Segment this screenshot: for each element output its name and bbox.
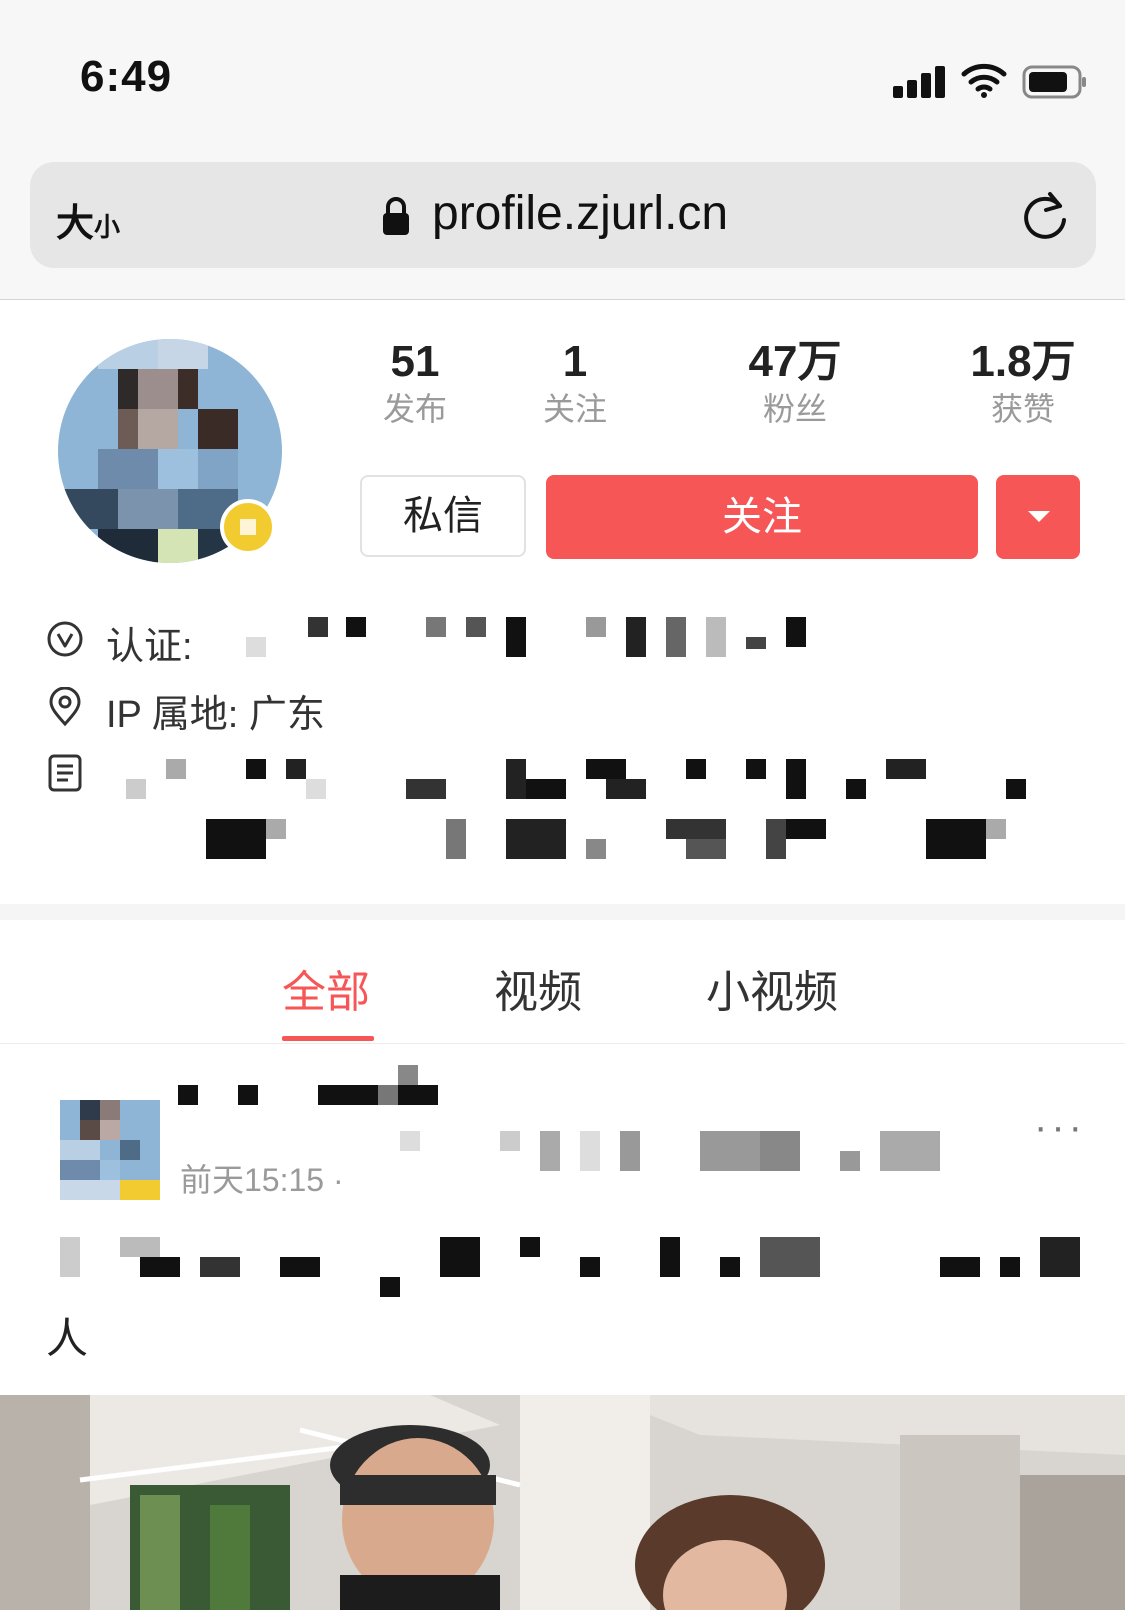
document-icon	[48, 754, 82, 792]
stat-likes-label: 获赞	[990, 391, 1055, 427]
post-timestamp: 前天15:15 ·	[180, 1162, 344, 1198]
wifi-icon	[961, 63, 1007, 98]
ip-location-text: IP 属地: 广东	[106, 694, 325, 736]
tab-active-indicator	[282, 1036, 374, 1041]
message-button[interactable]: 私信	[360, 475, 526, 557]
follow-options-button[interactable]	[996, 475, 1080, 559]
stat-following-value: 1	[562, 337, 588, 386]
text-size-button[interactable]: 大小	[56, 192, 120, 247]
bio-mosaic	[106, 747, 1106, 867]
stat-followers-value: 47万	[748, 337, 842, 386]
stat-posts-label: 发布	[382, 391, 447, 427]
cellular-signal-icon	[893, 66, 947, 98]
verification-label: 认证:	[106, 626, 193, 668]
stat-likes-value: 1.8万	[970, 337, 1076, 386]
content-tabs: 全部 视频 小视频	[0, 920, 1125, 1044]
verification-row: 认证:	[46, 613, 826, 668]
lock-icon	[383, 197, 409, 235]
profile-avatar[interactable]	[58, 329, 288, 579]
verified-icon	[47, 621, 83, 657]
post-meta-mosaic	[400, 1131, 940, 1171]
profile-stats: 51 发布 1 关注 47万 粉丝 1.8万 获赞	[330, 337, 1110, 437]
text-size-small-label: 小	[94, 212, 121, 242]
post-text-tail: 人	[46, 1315, 89, 1362]
stat-following[interactable]: 1 关注	[490, 337, 660, 431]
post-image[interactable]	[0, 1395, 1125, 1610]
ip-location-row: IP 属地: 广东	[46, 681, 546, 736]
reload-icon[interactable]	[1020, 188, 1072, 244]
follow-button[interactable]: 关注	[546, 475, 978, 559]
tab-all[interactable]: 全部	[282, 956, 370, 1020]
tab-video[interactable]: 视频	[494, 956, 582, 1020]
text-size-large-label: 大	[56, 203, 95, 245]
stat-posts[interactable]: 51 发布	[330, 337, 500, 431]
feed-post[interactable]: 前天15:15 · ··· 人	[0, 1045, 1125, 1610]
stat-likes[interactable]: 1.8万 获赞	[938, 337, 1108, 431]
tab-short-video[interactable]: 小视频	[706, 956, 838, 1020]
post-text-mosaic	[60, 1237, 1080, 1297]
profile-header: 51 发布 1 关注 47万 粉丝 1.8万 获赞 私信 关注 认证: IP 属…	[0, 301, 1125, 901]
post-author-avatar[interactable]	[60, 1100, 160, 1200]
stat-following-label: 关注	[542, 391, 607, 427]
stat-posts-value: 51	[390, 337, 440, 386]
address-bar[interactable]: 大小 profile.zjurl.cn	[30, 162, 1096, 268]
url-text[interactable]: profile.zjurl.cn	[432, 186, 728, 241]
browser-toolbar: 大小 profile.zjurl.cn	[0, 150, 1125, 300]
verification-mosaic	[246, 613, 806, 663]
status-bar: 6:49	[0, 0, 1125, 150]
post-more-button[interactable]: ···	[1034, 1105, 1086, 1150]
stat-followers-label: 粉丝	[762, 391, 827, 427]
bio-row	[46, 747, 1106, 867]
section-divider	[0, 904, 1125, 920]
chevron-down-icon	[1028, 511, 1050, 522]
post-author-name-mosaic	[178, 1065, 448, 1105]
location-pin-icon	[49, 687, 81, 727]
stat-followers[interactable]: 47万 粉丝	[710, 337, 880, 431]
status-time: 6:49	[80, 52, 173, 101]
battery-icon	[1022, 65, 1086, 99]
